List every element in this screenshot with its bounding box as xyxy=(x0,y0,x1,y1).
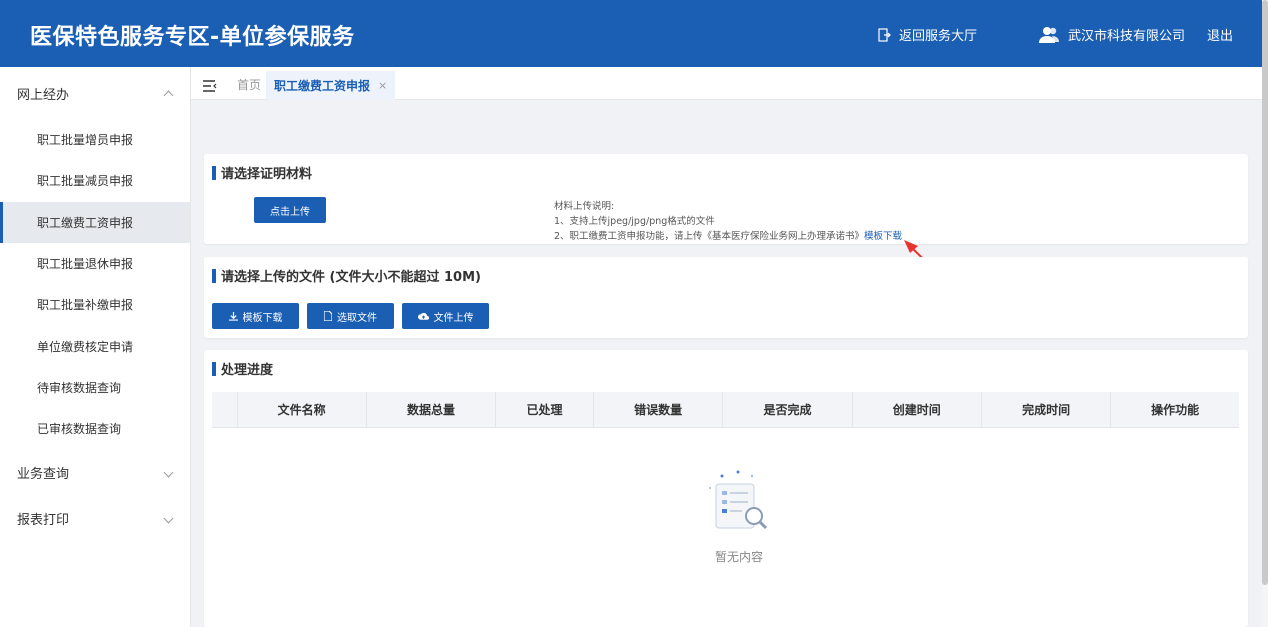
close-icon[interactable]: × xyxy=(378,79,387,92)
proof-material-title: 请选择证明材料 xyxy=(212,163,312,182)
empty-state: 暂无内容 xyxy=(684,470,794,565)
tab-home[interactable]: 首页 xyxy=(237,76,261,93)
sidebar-item-payment-verify[interactable]: 单位缴费核定申请 xyxy=(0,325,190,366)
exit-door-icon xyxy=(878,27,891,42)
empty-text: 暂无内容 xyxy=(714,550,763,564)
chevron-up-icon xyxy=(163,90,174,100)
return-hall-label: 返回服务大厅 xyxy=(899,29,978,44)
menu-group-report-label: 报表打印 xyxy=(17,512,70,528)
upload-notes: 材料上传说明: 1、支持上传jpeg/jpg/png格式的文件 2、职工缴费工资… xyxy=(554,199,902,244)
col-header-errors: 错误数量 xyxy=(593,392,724,428)
sidebar-item-batch-backpay[interactable]: 职工批量补缴申报 xyxy=(0,284,190,325)
col-header-total: 数据总量 xyxy=(366,392,497,428)
menu-group-online-label: 网上经办 xyxy=(17,87,70,103)
tab-wage-declare-label: 职工缴费工资申报 xyxy=(274,79,371,93)
col-header-filename: 文件名称 xyxy=(237,392,367,428)
sidebar-item-batch-reduce[interactable]: 职工批量减员申报 xyxy=(0,160,190,201)
file-upload-button[interactable]: 文件上传 xyxy=(402,303,489,329)
click-upload-button[interactable]: 点击上传 xyxy=(254,197,326,223)
company-account[interactable]: 武汉市科技有限公司 xyxy=(1038,25,1185,44)
company-name: 武汉市科技有限公司 xyxy=(1068,29,1186,44)
cloud-upload-icon xyxy=(417,312,429,320)
scrollbar-thumb[interactable] xyxy=(1262,0,1268,585)
tab-bar: 首页 职工缴费工资申报 × xyxy=(191,67,1262,100)
sidebar: 网上经办 职工批量增员申报 职工批量减员申报 职工缴费工资申报 职工批量退休申报… xyxy=(0,67,191,627)
logout-button[interactable]: 退出 xyxy=(1207,25,1233,44)
table-header-row: 文件名称 数据总量 已处理 错误数量 是否完成 创建时间 完成时间 操作功能 xyxy=(212,392,1239,428)
chevron-down-icon xyxy=(163,513,174,524)
menu-group-report[interactable]: 报表打印 xyxy=(0,495,190,541)
menu-group-business[interactable]: 业务查询 xyxy=(0,449,190,495)
app-header: 医保特色服务专区-单位参保服务 返回服务大厅 武汉市科技有限公司 退出 xyxy=(0,0,1262,67)
file-icon xyxy=(324,311,332,321)
col-header-processed: 已处理 xyxy=(495,392,594,428)
app-title: 医保特色服务专区-单位参保服务 xyxy=(30,25,355,50)
progress-card: 处理进度 文件名称 数据总量 已处理 错误数量 是否完成 创建时间 完成时间 操… xyxy=(204,350,1248,627)
proof-material-card: 请选择证明材料 点击上传 材料上传说明: 1、支持上传jpeg/jpg/png格… xyxy=(204,154,1248,244)
menu-group-online[interactable]: 网上经办 xyxy=(0,67,190,119)
page-scrollbar[interactable] xyxy=(1262,0,1268,627)
sidebar-item-pending-query[interactable]: 待审核数据查询 xyxy=(0,367,190,408)
download-icon xyxy=(228,311,238,321)
col-header-actions: 操作功能 xyxy=(1110,392,1239,428)
col-header-finished: 完成时间 xyxy=(981,392,1112,428)
notes-heading: 材料上传说明: xyxy=(554,201,615,212)
chevron-down-icon xyxy=(163,467,174,478)
sidebar-item-wage-declare[interactable]: 职工缴费工资申报 xyxy=(0,201,190,243)
template-download-link[interactable]: 模板下载 xyxy=(864,231,902,242)
template-download-button[interactable]: 模板下载 xyxy=(212,303,299,329)
notes-line-2: 2、职工缴费工资申报功能，请上传《基本医疗保险业务网上办理承诺书》 xyxy=(554,231,865,242)
tab-wage-declare[interactable]: 职工缴费工资申报 × xyxy=(266,71,396,100)
progress-table: 文件名称 数据总量 已处理 错误数量 是否完成 创建时间 完成时间 操作功能 xyxy=(212,392,1239,428)
progress-title: 处理进度 xyxy=(212,359,273,378)
sidebar-item-reviewed-query[interactable]: 已审核数据查询 xyxy=(0,408,190,449)
file-upload-card: 请选择上传的文件 (文件大小不能超过 10M) 模板下载 选取文件 文件上传 xyxy=(204,257,1248,338)
return-hall-link[interactable]: 返回服务大厅 xyxy=(877,25,977,44)
notes-line-1: 1、支持上传jpeg/jpg/png格式的文件 xyxy=(554,216,715,227)
users-icon xyxy=(1039,26,1059,43)
sidebar-item-batch-retire[interactable]: 职工批量退休申报 xyxy=(0,243,190,284)
sidebar-item-batch-add[interactable]: 职工批量增员申报 xyxy=(0,119,190,160)
menu-collapse-icon[interactable] xyxy=(203,77,217,96)
col-header-created: 创建时间 xyxy=(852,392,982,428)
choose-file-button[interactable]: 选取文件 xyxy=(307,303,394,329)
col-header-completed: 是否完成 xyxy=(722,392,853,428)
file-upload-title: 请选择上传的文件 (文件大小不能超过 10M) xyxy=(212,266,481,285)
empty-document-icon xyxy=(709,470,768,530)
col-header-select xyxy=(212,392,238,428)
menu-group-business-label: 业务查询 xyxy=(17,466,70,482)
